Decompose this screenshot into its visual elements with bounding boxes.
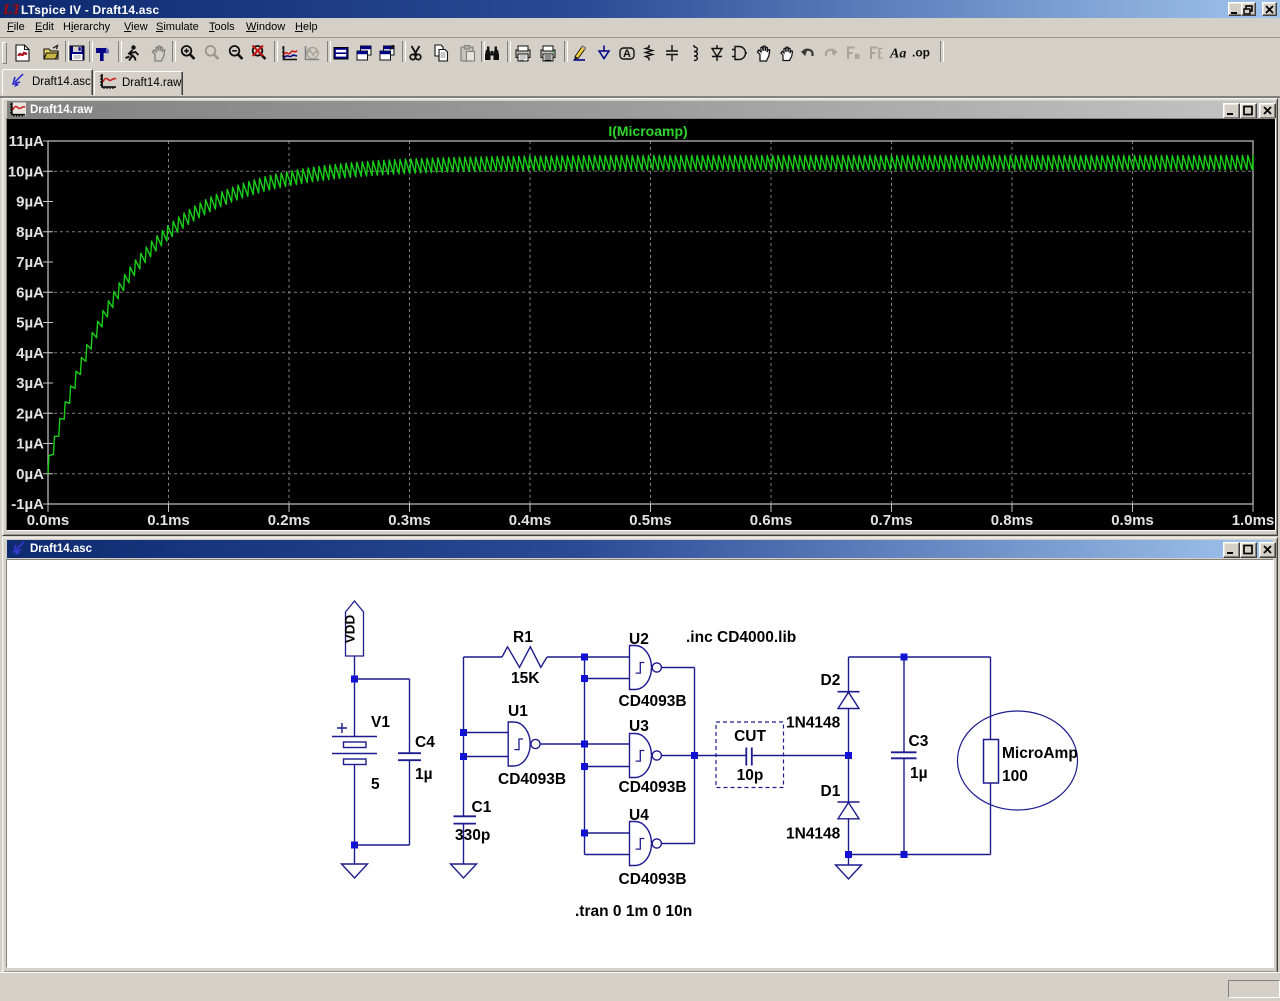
svg-text:0.4ms: 0.4ms [509,512,552,529]
svg-text:5µA: 5µA [16,315,44,332]
svg-text:1.0ms: 1.0ms [1232,512,1275,529]
svg-text:0.3ms: 0.3ms [388,512,431,529]
svg-text:3µA: 3µA [16,375,44,392]
svg-text:15K: 15K [511,670,540,687]
svg-text:8µA: 8µA [16,224,44,241]
svg-text:CUT: CUT [734,728,766,745]
svg-text:0.2ms: 0.2ms [268,512,311,529]
svg-text:MicroAmp: MicroAmp [1002,745,1078,762]
svg-text:U1: U1 [508,703,528,720]
svg-text:U2: U2 [629,631,649,648]
svg-text:10µA: 10µA [8,163,44,180]
svg-text:CD4093B: CD4093B [619,871,687,888]
svg-text:0.8ms: 0.8ms [991,512,1034,529]
svg-text:A: A [623,48,631,60]
svg-text:1µ: 1µ [415,766,433,783]
svg-text:CD4093B: CD4093B [498,771,566,788]
svg-text:0.6ms: 0.6ms [750,512,793,529]
svg-text:1N4148: 1N4148 [786,715,841,732]
svg-text:.inc CD4000.lib: .inc CD4000.lib [686,629,796,646]
svg-text:6µA: 6µA [16,284,44,301]
svg-text:I(Microamp): I(Microamp) [608,123,687,139]
svg-text:VDD: VDD [343,615,358,644]
svg-text:CD4093B: CD4093B [619,779,687,796]
svg-text:1N4148: 1N4148 [786,826,841,843]
svg-text:C3: C3 [909,733,929,750]
svg-text:CD4093B: CD4093B [619,693,687,710]
svg-text:0µA: 0µA [16,466,44,483]
svg-text:0.0ms: 0.0ms [27,512,70,529]
svg-text:D1: D1 [821,783,841,800]
svg-text:0.1ms: 0.1ms [147,512,190,529]
svg-text:7µA: 7µA [16,254,44,271]
svg-text:LT: LT [3,2,19,17]
svg-text:4µA: 4µA [16,345,44,362]
svg-text:1µ: 1µ [910,765,928,782]
svg-text:Aa: Aa [889,47,906,62]
svg-text:C1: C1 [472,799,492,816]
svg-text:100: 100 [1002,768,1028,785]
svg-text:-1µA: -1µA [11,496,44,513]
svg-text:11µA: 11µA [9,133,44,150]
svg-text:1µA: 1µA [16,436,44,453]
svg-text:330p: 330p [455,827,490,844]
svg-text:0.9ms: 0.9ms [1111,512,1154,529]
svg-text:0.7ms: 0.7ms [870,512,913,529]
svg-text:D2: D2 [821,672,841,689]
svg-text:9µA: 9µA [16,194,44,211]
svg-text:5: 5 [371,776,380,793]
svg-text:10p: 10p [737,767,764,784]
svg-text:R1: R1 [513,629,533,646]
svg-text:0.5ms: 0.5ms [629,512,672,529]
svg-text:V1: V1 [371,714,390,731]
svg-text:C4: C4 [415,734,435,751]
svg-text:U4: U4 [629,807,649,824]
svg-text:2µA: 2µA [16,405,44,422]
svg-text:U3: U3 [629,718,649,735]
svg-text:.tran 0 1m 0 10n: .tran 0 1m 0 10n [575,903,692,920]
svg-text:.op: .op [912,46,930,60]
